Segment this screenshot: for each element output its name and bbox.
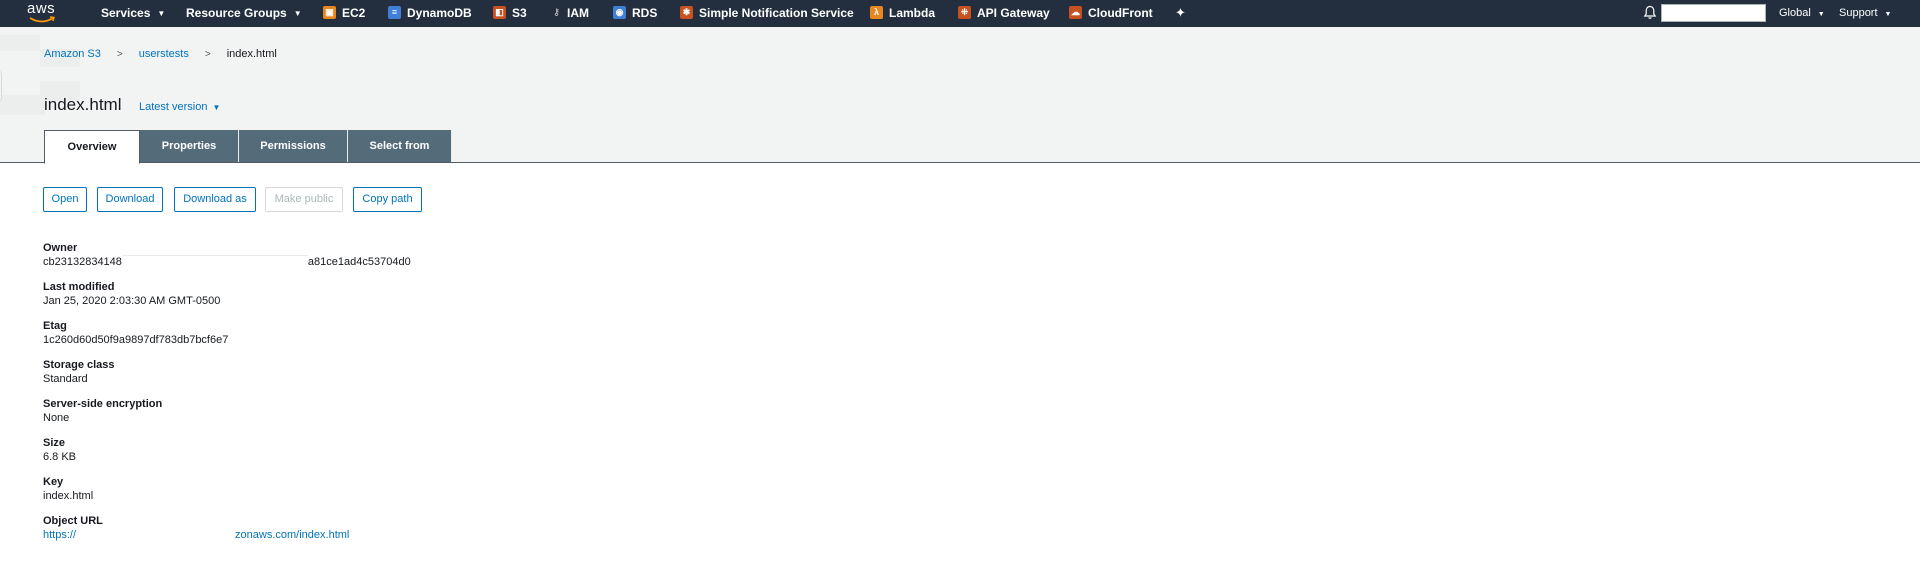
property-last-modified: Last modified Jan 25, 2020 2:03:30 AM GM… bbox=[43, 281, 220, 307]
iam-icon: ⚷ bbox=[553, 7, 560, 17]
lambda-icon: λ bbox=[870, 6, 883, 19]
breadcrumb: Amazon S3 > userstests > index.html bbox=[44, 48, 277, 60]
nav-shortcut-dynamodb[interactable]: ≡ DynamoDB bbox=[388, 0, 472, 27]
property-size: Size 6.8 KB bbox=[43, 437, 76, 463]
nav-shortcut-rds[interactable]: ◉ RDS bbox=[613, 0, 657, 27]
nav-shortcut-label: IAM bbox=[567, 6, 589, 20]
property-label: Owner bbox=[43, 242, 78, 254]
nav-shortcut-label: DynamoDB bbox=[407, 6, 472, 20]
copy-path-button[interactable]: Copy path bbox=[353, 187, 422, 212]
nav-shortcut-cloudfront[interactable]: ☁ CloudFront bbox=[1069, 0, 1153, 27]
top-navigation-bar: aws Services ▼ Resource Groups ▼ ▣ EC2 ≡ Dyn… bbox=[0, 0, 1920, 27]
services-menu-label: Services bbox=[101, 6, 151, 20]
s3-icon: ◧ bbox=[493, 6, 506, 19]
api-gateway-icon: ⁜ bbox=[958, 6, 971, 19]
breadcrumb-bucket[interactable]: userstests bbox=[139, 48, 189, 60]
property-value: 6.8 KB bbox=[43, 451, 77, 463]
services-menu[interactable]: Services ▼ bbox=[101, 0, 165, 27]
nav-shortcut-label: Simple Notification Service bbox=[699, 6, 854, 20]
property-value: Jan 25, 2020 2:03:30 AM GMT-0500 bbox=[43, 295, 221, 307]
sns-icon: ✱ bbox=[680, 6, 693, 19]
property-value: cb23132834148 a81ce1ad4c53704d0 bbox=[43, 255, 411, 268]
object-url-end: zonaws.com/index.html bbox=[235, 529, 350, 541]
tab-properties[interactable]: Properties bbox=[140, 130, 239, 162]
nav-shortcut-label: API Gateway bbox=[977, 6, 1050, 20]
nav-shortcut-label: Lambda bbox=[889, 6, 936, 20]
nav-shortcut-s3[interactable]: ◧ S3 bbox=[493, 0, 527, 27]
redacted-region bbox=[121, 255, 308, 256]
open-button[interactable]: Open bbox=[43, 187, 87, 212]
chevron-down-icon: ▼ bbox=[1817, 11, 1825, 18]
tab-select-from[interactable]: Select from bbox=[348, 130, 452, 162]
dynamodb-icon: ≡ bbox=[388, 6, 401, 19]
breadcrumb-amazon-s3[interactable]: Amazon S3 bbox=[44, 48, 101, 60]
nav-search-input[interactable] bbox=[1661, 4, 1766, 22]
chevron-down-icon: ▼ bbox=[293, 9, 302, 18]
make-public-button[interactable]: Make public bbox=[265, 187, 343, 212]
property-value: 1c260d60d50f9a9897df783db7bcf6e7 bbox=[43, 334, 229, 346]
resource-groups-menu-label: Resource Groups bbox=[186, 6, 287, 20]
chevron-right-icon: > bbox=[116, 49, 123, 60]
property-label: Last modified bbox=[43, 281, 115, 293]
nav-shortcut-label: EC2 bbox=[342, 6, 366, 20]
download-button[interactable]: Download bbox=[97, 187, 163, 212]
property-value: index.html bbox=[43, 490, 94, 502]
page-title: index.html bbox=[44, 95, 122, 114]
nav-shortcut-label: S3 bbox=[512, 6, 527, 20]
support-label: Support bbox=[1839, 7, 1878, 19]
chevron-down-icon: ▼ bbox=[1884, 11, 1892, 18]
property-value: None bbox=[43, 412, 70, 424]
object-header: Amazon S3 > userstests > index.html index.ht… bbox=[0, 27, 1920, 164]
tab-divider bbox=[0, 162, 1920, 163]
property-storage-class: Storage class Standard bbox=[43, 359, 115, 385]
property-label: Size bbox=[43, 437, 66, 449]
object-url-link[interactable]: https:// zonaws.com/index.html bbox=[43, 529, 349, 541]
redacted-region bbox=[76, 530, 236, 541]
property-encryption: Server-side encryption None bbox=[43, 398, 162, 424]
bell-icon[interactable] bbox=[1643, 5, 1657, 20]
breadcrumb-current: index.html bbox=[226, 48, 277, 60]
nav-shortcut-ec2[interactable]: ▣ EC2 bbox=[323, 0, 365, 27]
chevron-right-icon: > bbox=[204, 49, 211, 60]
aws-logo-text: aws bbox=[27, 0, 56, 17]
version-dropdown-label: Latest version bbox=[139, 101, 208, 113]
nav-shortcut-label: RDS bbox=[632, 6, 658, 20]
property-value: Standard bbox=[43, 373, 88, 385]
side-panel-toggle[interactable] bbox=[0, 71, 2, 101]
download-as-button[interactable]: Download as bbox=[174, 187, 256, 212]
owner-id-start: cb23132834148 bbox=[43, 256, 122, 268]
version-dropdown[interactable]: Latest version ▼ bbox=[139, 101, 220, 113]
property-etag: Etag 1c260d60d50f9a9897df783db7bcf6e7 bbox=[43, 320, 228, 346]
region-label: Global bbox=[1779, 7, 1811, 19]
property-owner: Owner cb23132834148 a81ce1ad4c53704d0 bbox=[43, 242, 411, 268]
nav-shortcut-iam[interactable]: ⚷ IAM bbox=[552, 0, 589, 27]
ec2-icon: ▣ bbox=[323, 6, 336, 19]
chevron-down-icon: ▼ bbox=[157, 9, 166, 18]
property-label: Server-side encryption bbox=[43, 398, 163, 410]
property-key: Key index.html bbox=[43, 476, 93, 502]
owner-id-end: a81ce1ad4c53704d0 bbox=[307, 256, 411, 268]
nav-shortcut-label: CloudFront bbox=[1088, 6, 1153, 20]
resource-groups-menu[interactable]: Resource Groups ▼ bbox=[186, 0, 302, 27]
support-menu[interactable]: Support ▼ bbox=[1839, 0, 1891, 27]
object-url-start: https:// bbox=[43, 529, 77, 541]
rds-icon: ◉ bbox=[613, 6, 626, 19]
nav-shortcut-lambda[interactable]: λ Lambda bbox=[870, 0, 935, 27]
aws-smile-icon bbox=[29, 16, 55, 23]
property-label: Storage class bbox=[43, 359, 115, 371]
nav-shortcut-sns[interactable]: ✱ Simple Notification Service bbox=[680, 0, 854, 27]
property-label: Etag bbox=[43, 320, 67, 332]
property-label: Key bbox=[43, 476, 64, 488]
aws-logo[interactable]: aws bbox=[27, 0, 61, 25]
tab-permissions[interactable]: Permissions bbox=[239, 130, 348, 162]
region-menu[interactable]: Global ▼ bbox=[1779, 0, 1825, 27]
tab-overview[interactable]: Overview bbox=[44, 130, 140, 164]
cloudfront-icon: ☁ bbox=[1069, 6, 1082, 19]
property-label: Object URL bbox=[43, 515, 103, 527]
property-object-url: Object URL https:// zonaws.com/index.html bbox=[43, 515, 349, 541]
caret-down-icon: ▼ bbox=[212, 103, 221, 112]
nav-shortcut-api-gateway[interactable]: ⁜ API Gateway bbox=[958, 0, 1050, 27]
pin-icon[interactable]: ✦ bbox=[1175, 5, 1186, 21]
